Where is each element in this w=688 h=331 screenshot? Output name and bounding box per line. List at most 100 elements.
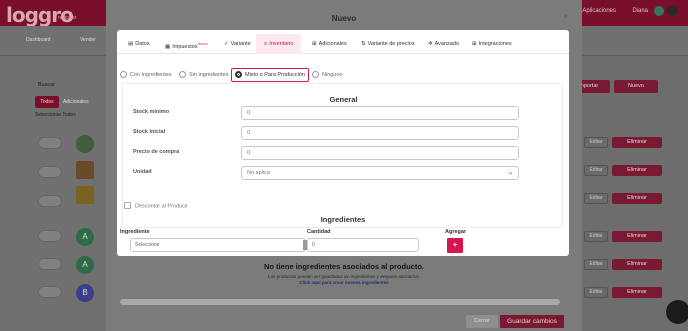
tab-label: Integraciones — [478, 41, 512, 47]
product-avatar: A — [76, 256, 94, 274]
new-product-button[interactable]: Nuevo — [614, 80, 658, 93]
product-thumbnail — [76, 186, 94, 204]
horizontal-scrollbar[interactable] — [120, 299, 560, 305]
tab-impuestos[interactable]: ▦ ImpuestosNuevo — [165, 34, 208, 54]
row-toggle[interactable] — [38, 166, 62, 178]
delete-button[interactable]: Eliminar — [612, 137, 662, 148]
tab-avanzado[interactable]: ✲ Avanzado — [428, 34, 459, 54]
ingrediente-column-label: Ingrediente — [120, 229, 150, 235]
inventory-icon: ≡ — [264, 41, 268, 47]
precio-compra-input[interactable]: 0 — [241, 146, 519, 160]
tab-variante[interactable]: ✓ Variante — [224, 34, 251, 54]
delete-button[interactable]: Eliminar — [612, 287, 662, 298]
close-icon[interactable]: × — [563, 12, 568, 21]
tab-label: Datos — [135, 41, 150, 47]
radio-label: Ninguno — [322, 72, 343, 78]
radio-label: Sin ingredientes — [189, 72, 229, 78]
product-thumbnail — [76, 135, 94, 153]
quantity-input[interactable]: 0 — [307, 238, 419, 252]
tab-label: Variante — [230, 41, 251, 47]
tab-label: Inventario — [269, 41, 294, 47]
empty-ingredients-title: No tiene ingredientes asociados al produ… — [263, 262, 425, 271]
tab-integraciones[interactable]: ⊞ Integraciones — [472, 34, 512, 54]
chevron-down-icon: ⌄ — [507, 170, 513, 176]
delete-button[interactable]: Eliminar — [612, 259, 662, 270]
select-all-label: Seleccionar Todos — [35, 112, 76, 118]
grid-icon: ⊞ — [312, 41, 317, 47]
general-section: General Stock mínimo 0 Stock inicial 0 P… — [122, 83, 563, 228]
edit-button[interactable]: Editar — [584, 137, 608, 148]
radio-label: Mixto o Para Producción — [245, 72, 305, 78]
row-toggle[interactable] — [38, 230, 62, 242]
tab-inventario[interactable]: ≡ Inventario — [256, 34, 302, 54]
tax-icon: ▦ — [165, 43, 171, 50]
tab-datos[interactable]: ▤ Datos — [128, 34, 150, 54]
apps-menu[interactable]: Aplicaciones — [582, 8, 616, 14]
nav-vender[interactable]: Vender — [80, 37, 96, 43]
product-avatar: A — [76, 228, 94, 246]
add-ingredient-button[interactable]: + — [447, 238, 463, 253]
radio-dot — [179, 70, 186, 78]
stock-inicial-label: Stock inicial — [133, 129, 166, 135]
list-icon: ▤ — [128, 41, 134, 47]
empty-ingredients-subtitle: Los productos pueden ser guardados sin i… — [268, 274, 420, 279]
radio-mixto[interactable]: Mixto o Para Producción — [231, 68, 309, 82]
nav-dashboard[interactable]: Dashboard — [26, 37, 50, 43]
check-icon: ✓ — [224, 41, 229, 47]
checkbox-label: Descontar al Producir — [135, 203, 188, 210]
product-avatar: B — [76, 284, 94, 302]
create-ingredients-link[interactable]: Click aquí para crear nuevos ingrediente… — [106, 280, 582, 285]
row-toggle[interactable] — [38, 286, 62, 298]
edit-button[interactable]: Editar — [584, 231, 608, 242]
tab-label: Avanzado — [434, 41, 459, 47]
cantidad-column-label: Cantidad — [307, 229, 331, 235]
ingredient-mode-radio-group: Con ingredientes Sin ingredientes Mixto … — [117, 68, 569, 82]
filter-tab-todos[interactable]: Todos — [35, 96, 59, 108]
gear-icon: ✲ — [428, 41, 433, 47]
row-toggle[interactable] — [38, 137, 62, 149]
tab-label: Impuestos — [172, 43, 198, 50]
radio-dot — [235, 70, 242, 78]
user-name[interactable]: Diana — [632, 8, 648, 14]
radio-label: Con ingredientes — [130, 72, 172, 78]
stock-inicial-input[interactable]: 0 — [241, 126, 519, 140]
radio-dot — [120, 70, 127, 78]
checkbox-box — [124, 202, 131, 209]
delete-button[interactable]: Eliminar — [612, 231, 662, 242]
ingredient-select[interactable]: Seleccione — [130, 238, 306, 252]
modal-tabs: ▤ Datos ▦ ImpuestosNuevo ✓ Variante ≡ Invent… — [117, 32, 569, 54]
agregar-column-label: Agregar — [445, 229, 467, 235]
precio-compra-label: Precio de compra — [133, 149, 180, 155]
edit-button[interactable]: Editar — [584, 193, 608, 204]
radio-sin-ingredientes[interactable]: Sin ingredientes — [179, 70, 228, 81]
delete-button[interactable]: Eliminar — [612, 165, 662, 176]
row-toggle[interactable] — [38, 195, 62, 207]
notification-icon[interactable] — [667, 5, 678, 16]
unidad-select[interactable]: No aplica ⌄ — [241, 166, 519, 180]
stock-minimo-input[interactable]: 0 — [241, 106, 519, 120]
edit-button[interactable]: Editar — [584, 259, 608, 270]
inventory-panel: ▤ Datos ▦ ImpuestosNuevo ✓ Variante ≡ Invent… — [117, 30, 569, 256]
app-logo-sub: restobar — [58, 15, 77, 21]
radio-dot — [312, 70, 319, 78]
filter-tab-adicionales[interactable]: Adicionales — [63, 99, 89, 105]
row-toggle[interactable] — [38, 258, 62, 270]
delete-button[interactable]: Eliminar — [612, 193, 662, 204]
unidad-label: Unidad — [133, 169, 152, 175]
close-button[interactable]: Cerrar — [466, 315, 498, 328]
integrations-icon: ⊞ — [472, 41, 477, 47]
ingredients-title: Ingredientes — [320, 215, 366, 224]
new-badge: Nuevo — [197, 42, 208, 46]
edit-button[interactable]: Editar — [584, 165, 608, 176]
product-thumbnail — [76, 161, 94, 179]
search-label: Buscar — [38, 82, 56, 88]
radio-ninguno[interactable]: Ninguno — [312, 70, 343, 81]
chat-icon[interactable] — [666, 300, 688, 324]
edit-button[interactable]: Editar — [584, 287, 608, 298]
radio-con-ingredientes[interactable]: Con ingredientes — [120, 70, 172, 81]
avatar[interactable] — [654, 6, 664, 16]
save-changes-button[interactable]: Guardar cambios — [500, 315, 564, 328]
tab-variante-precios[interactable]: ⇅ Variante de precios — [361, 34, 415, 54]
tab-adicionales[interactable]: ⊞ Adicionales — [312, 34, 347, 54]
descontar-checkbox[interactable]: Descontar al Producir — [124, 202, 188, 210]
